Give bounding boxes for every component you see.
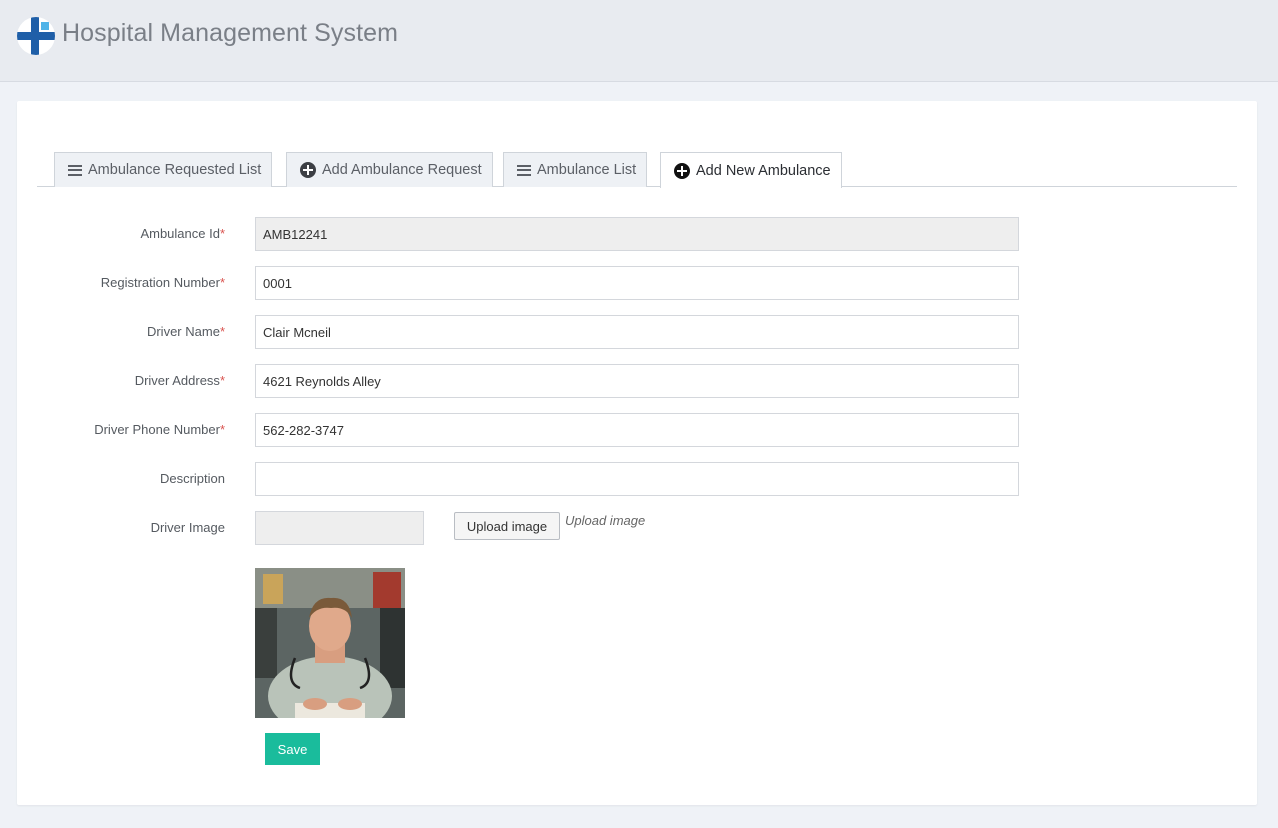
tab-label: Add Ambulance Request bbox=[322, 162, 482, 178]
description-field[interactable] bbox=[255, 462, 1019, 496]
driver-image-path-field[interactable] bbox=[255, 511, 424, 545]
hospital-cross-logo-icon[interactable] bbox=[17, 17, 55, 55]
tab-label: Ambulance List bbox=[537, 162, 637, 178]
upload-image-hint: Upload image bbox=[565, 513, 646, 528]
driver-photo-preview bbox=[255, 568, 405, 718]
registration-number-field[interactable] bbox=[255, 266, 1019, 300]
driver-phone-label: Driver Phone Number* bbox=[94, 422, 225, 437]
driver-image-label: Driver Image bbox=[150, 520, 225, 535]
driver-address-label: Driver Address* bbox=[134, 373, 225, 388]
upload-image-button[interactable]: Upload image bbox=[454, 512, 560, 540]
tab-label: Ambulance Requested List bbox=[88, 162, 262, 178]
driver-photo-image bbox=[255, 568, 405, 718]
list-icon bbox=[68, 164, 82, 176]
app-title: Hospital Management System bbox=[62, 19, 399, 47]
plus-circle-icon bbox=[674, 162, 690, 179]
app-header: Hospital Management System bbox=[0, 0, 1278, 82]
list-icon bbox=[517, 164, 531, 176]
main-panel: Ambulance Requested List Add Ambulance R… bbox=[17, 101, 1257, 805]
tab-add-new-ambulance[interactable]: Add New Ambulance bbox=[660, 152, 842, 188]
description-label: Description bbox=[159, 471, 225, 486]
ambulance-id-label: Ambulance Id* bbox=[140, 226, 225, 241]
tab-label: Add New Ambulance bbox=[696, 162, 831, 179]
tab-bar: Ambulance Requested List Add Ambulance R… bbox=[37, 152, 1237, 188]
tab-add-ambulance-request[interactable]: Add Ambulance Request bbox=[286, 152, 493, 187]
driver-name-field[interactable] bbox=[255, 315, 1019, 349]
driver-name-label: Driver Name* bbox=[146, 324, 225, 339]
driver-address-field[interactable] bbox=[255, 364, 1019, 398]
ambulance-id-field[interactable] bbox=[255, 217, 1019, 251]
plus-circle-icon bbox=[300, 162, 316, 178]
save-button[interactable]: Save bbox=[265, 733, 320, 765]
registration-number-label: Registration Number* bbox=[100, 275, 225, 290]
driver-phone-field[interactable] bbox=[255, 413, 1019, 447]
tab-ambulance-requested-list[interactable]: Ambulance Requested List bbox=[54, 152, 273, 187]
tab-ambulance-list[interactable]: Ambulance List bbox=[503, 152, 648, 187]
